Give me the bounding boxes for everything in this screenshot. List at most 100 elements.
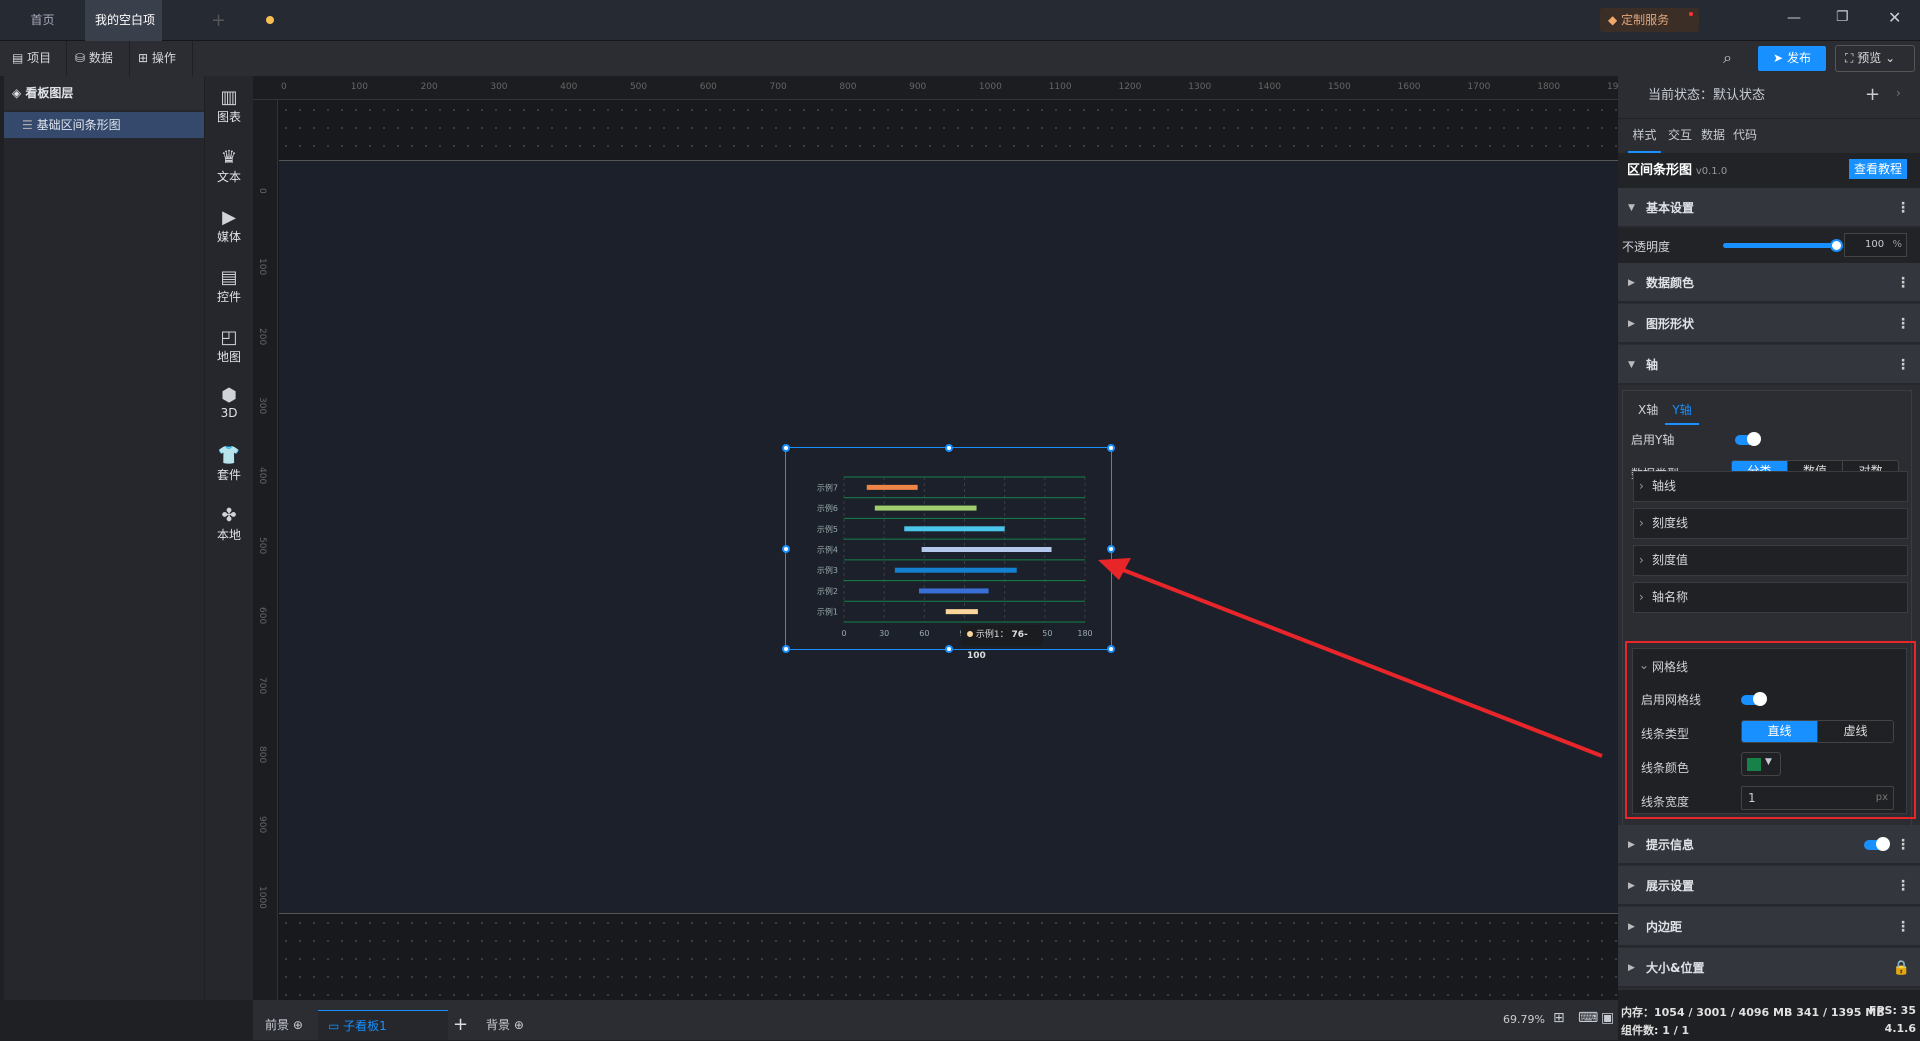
add-subboard-button[interactable]: + xyxy=(453,1014,468,1035)
section-shape[interactable]: ▶ 图形形状 ⋮ xyxy=(1618,304,1920,344)
subboard-tab[interactable]: ▭ 子看板1 xyxy=(318,1010,448,1040)
more-icon: ⋮ xyxy=(1896,200,1910,216)
preview-button[interactable]: ⛶ 预览 ⌄ xyxy=(1835,45,1915,72)
more-icon: ⋮ xyxy=(1896,316,1910,332)
panel-tabs: 样式 交互 数据 代码 xyxy=(1618,118,1920,153)
section-tooltip[interactable]: ▶ 提示信息 ⋮ xyxy=(1618,825,1920,865)
layers-icon: ◈ xyxy=(12,86,22,100)
zoom-level[interactable]: 69.79% xyxy=(1503,1013,1545,1026)
component-bar: ▥ 图表 ♛ 文本 ▶ 媒体 ▤ 控件 ◰ 地图 ⬢ 3D 👕 套件 ✤ 本地 xyxy=(205,76,253,1000)
grid-icon: ⊞ xyxy=(138,51,149,65)
shirt-icon: 👕 xyxy=(217,445,241,466)
option-dashed[interactable]: 虚线 xyxy=(1817,721,1893,742)
tab-project[interactable]: 我的空白项目 xyxy=(85,0,274,68)
tab-home[interactable]: 首页 xyxy=(0,0,85,41)
tab-interaction[interactable]: 交互 xyxy=(1668,119,1692,151)
subsection-tick-value[interactable]: › 刻度值 xyxy=(1633,545,1908,576)
section-size-position[interactable]: ▶ 大小&位置 🔒 xyxy=(1618,948,1920,988)
tab-x-axis[interactable]: X轴 xyxy=(1638,401,1658,418)
add-tab-button[interactable]: + xyxy=(211,10,226,31)
option-solid[interactable]: 直线 xyxy=(1742,721,1817,742)
subsection-axis-line[interactable]: › 轴线 xyxy=(1633,471,1908,502)
opacity-input[interactable]: 100% xyxy=(1844,233,1907,257)
chevron-down-icon: ⌄ xyxy=(1639,658,1650,672)
enable-y-toggle[interactable] xyxy=(1735,432,1761,446)
section-basic[interactable]: ▼ 基本设置 ⋮ xyxy=(1618,188,1920,228)
custom-service-button[interactable]: ◆ 定制服务 xyxy=(1600,8,1699,32)
tab-y-axis[interactable]: Y轴 xyxy=(1665,401,1699,425)
camera-icon: ▶ xyxy=(222,207,236,228)
section-display[interactable]: ▶ 展示设置 ⋮ xyxy=(1618,866,1920,906)
opacity-slider[interactable] xyxy=(1723,239,1843,252)
layers-panel: ◈ 看板图层 ☰ 基础区间条形图 xyxy=(4,76,204,1000)
bottom-bar: 前景 ⊕ ▭ 子看板1 + 背景 ⊕ 69.79% ⊞ ⌨ ▣ xyxy=(253,1000,1618,1040)
status-bar: 内存：1054 / 3001 / 4096 MB 341 / 1395 MB F… xyxy=(1618,1000,1920,1040)
component-map[interactable]: ◰ 地图 xyxy=(205,328,253,365)
layer-item[interactable]: ☰ 基础区间条形图 xyxy=(4,112,204,138)
opacity-row: 不透明度 100% xyxy=(1618,228,1920,263)
more-icon: ⋮ xyxy=(1896,357,1910,373)
fps: FPS: 35 xyxy=(1868,1004,1916,1017)
toolbar: ▤ 项目 ⌄ ⛁ 数据 ⌄ ⊞ 操作 ⌄ ⌕ ➤ 发布 ⛶ 预览 ⌄ xyxy=(0,41,1920,100)
subsection-grid: ⌄ 网格线 启用网格线 线条类型 直线 虚线 线条颜色 ▼ 线条宽度 1 px xyxy=(1632,648,1907,814)
memory-usage: 内存：1054 / 3001 / 4096 MB 341 / 1395 MB xyxy=(1621,1006,1885,1019)
canvas[interactable]: 0 100 200 300 400 500 600 700 800 900 1000 1100 1200… xyxy=(253,76,1618,1000)
subsection-tick-line[interactable]: › 刻度线 xyxy=(1633,508,1908,539)
puzzle-icon: ✤ xyxy=(221,505,237,526)
background-tab[interactable]: 背景 ⊕ xyxy=(486,1010,524,1040)
line-width-input[interactable]: 1 px xyxy=(1741,786,1894,810)
layers-header: ◈ 看板图层 xyxy=(4,76,204,110)
operate-menu[interactable]: ⊞ 操作 ⌄ xyxy=(130,41,193,100)
restore-icon[interactable]: ❐ xyxy=(1836,9,1849,25)
section-padding[interactable]: ▶ 内边距 ⋮ xyxy=(1618,907,1920,947)
app-version: 4.1.6 xyxy=(1884,1022,1916,1035)
component-chart[interactable]: ▥ 图表 xyxy=(205,88,253,125)
close-icon[interactable]: ✕ xyxy=(1888,8,1901,27)
component-local[interactable]: ✤ 本地 xyxy=(205,506,253,543)
component-count: 组件数: 1 / 1 xyxy=(1621,1024,1690,1037)
chevron-right-icon[interactable]: › xyxy=(1896,86,1901,100)
properties-panel: 当前状态：默认状态 + › 样式 交互 数据 代码 区间条形图 v0.1.0 查… xyxy=(1618,76,1920,990)
lock-icon: 🔒 xyxy=(1892,960,1910,976)
fit-screen-icon[interactable]: ⊞ xyxy=(1553,1010,1565,1026)
crown-icon: ♛ xyxy=(220,147,238,168)
terminal-icon[interactable]: ▣ xyxy=(1601,1010,1614,1026)
tab-code[interactable]: 代码 xyxy=(1733,119,1757,151)
foreground-tab[interactable]: 前景 ⊕ xyxy=(265,1010,303,1040)
tab-style[interactable]: 样式 xyxy=(1628,119,1661,153)
more-icon: ⋮ xyxy=(1896,878,1910,894)
component-text[interactable]: ♛ 文本 xyxy=(205,148,253,185)
component-media[interactable]: ▶ 媒体 xyxy=(205,208,253,245)
component-kit[interactable]: 👕 套件 xyxy=(205,446,253,483)
file-icon: ▤ xyxy=(12,51,24,65)
grid-title[interactable]: 网格线 xyxy=(1652,658,1688,675)
bar-chart-icon: ☰ xyxy=(22,118,33,132)
component-control[interactable]: ▤ 控件 xyxy=(205,268,253,305)
map-icon: ◰ xyxy=(220,327,238,348)
section-axis[interactable]: ▼ 轴 ⋮ xyxy=(1618,345,1920,385)
tab-data[interactable]: 数据 xyxy=(1701,119,1725,151)
publish-button[interactable]: ➤ 发布 xyxy=(1758,46,1826,71)
line-color-picker[interactable]: ▼ xyxy=(1741,752,1781,776)
tooltip-toggle[interactable] xyxy=(1864,837,1890,851)
add-circle-icon: ⊕ xyxy=(513,1018,524,1032)
more-icon: ⋮ xyxy=(1896,919,1910,935)
unsaved-dot xyxy=(266,16,274,24)
list-icon: ▤ xyxy=(220,267,238,288)
line-type-selector[interactable]: 直线 虚线 xyxy=(1741,720,1894,743)
tutorial-button[interactable]: 查看教程 xyxy=(1849,159,1907,179)
add-state-button[interactable]: + xyxy=(1865,84,1880,105)
project-menu[interactable]: ▤ 项目 ⌄ xyxy=(4,41,67,100)
search-icon[interactable]: ⌕ xyxy=(1723,48,1732,68)
diamond-icon: ◆ xyxy=(1608,13,1618,27)
minimize-icon[interactable]: — xyxy=(1787,10,1801,26)
data-menu[interactable]: ⛁ 数据 ⌄ xyxy=(67,41,130,100)
enable-grid-toggle[interactable] xyxy=(1741,692,1767,706)
component-3d[interactable]: ⬢ 3D xyxy=(205,386,253,421)
more-icon: ⋮ xyxy=(1896,275,1910,291)
more-icon: ⋮ xyxy=(1896,837,1910,853)
keyboard-icon[interactable]: ⌨ xyxy=(1578,1010,1598,1026)
subsection-axis-name[interactable]: › 轴名称 xyxy=(1633,582,1908,613)
add-circle-icon: ⊕ xyxy=(292,1018,303,1032)
section-data-color[interactable]: ▶ 数据颜色 ⋮ xyxy=(1618,263,1920,303)
